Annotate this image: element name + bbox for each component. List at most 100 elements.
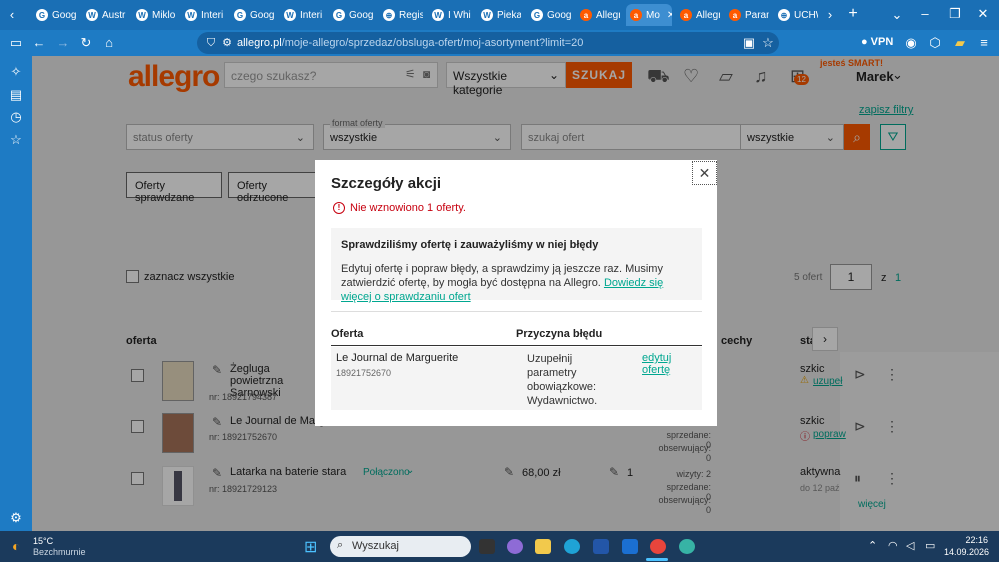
address-bar-row: ▭ ← → ↻ ⌂ ⛉ ⚙ allegro.pl/moje-allegro/sp… [0, 30, 999, 56]
taskbar-search-label: Wyszukaj [352, 540, 399, 552]
browser-tab-bar: ‹ G Goog W Austr W Miklo W Interi G Goog W Int… [0, 0, 999, 30]
w-icon: W [185, 9, 197, 21]
maximize-icon[interactable]: ❐ [947, 6, 963, 22]
globe-icon: ⊕ [778, 9, 790, 21]
tab-label: Regis [399, 9, 423, 21]
tab-9[interactable]: W Piekar [481, 4, 521, 26]
taskview-icon[interactable] [479, 539, 495, 554]
tab-label: UCHW [794, 9, 818, 21]
tab-scroll-right-icon[interactable]: › [822, 7, 838, 23]
tab-15[interactable]: ⊕ UCHW [778, 4, 818, 26]
forward-icon[interactable]: → [55, 35, 71, 51]
volume-mute-icon[interactable]: ◁ [906, 539, 914, 552]
opera-icon[interactable] [650, 539, 666, 554]
temperature[interactable]: 15°C [33, 536, 53, 546]
tab-12-active[interactable]: a Mo ✕ [626, 4, 672, 26]
extensions-icon[interactable]: ⬡ [927, 35, 943, 51]
history-icon[interactable]: ◷ [8, 109, 24, 125]
sidebar-toggle-icon[interactable]: ▭ [8, 35, 24, 51]
w-icon: W [284, 9, 296, 21]
wallet-icon[interactable]: ▰ [952, 35, 968, 51]
tab-4[interactable]: G Goog [234, 4, 274, 26]
tab-11[interactable]: a Allegr [580, 4, 620, 26]
tab-5[interactable]: W Interi [284, 4, 324, 26]
screenshot-icon[interactable]: ▣ [741, 35, 757, 51]
reload-icon[interactable]: ↻ [78, 35, 94, 51]
edit-offer-link[interactable]: edytuj ofertę [642, 352, 702, 376]
close-modal-button[interactable]: ✕ [692, 161, 717, 185]
window-close-icon[interactable]: ✕ [975, 6, 991, 22]
tab-scroll-left-icon[interactable]: ‹ [4, 7, 20, 23]
vpn-dot-icon: ● [861, 36, 868, 48]
bookmarks-icon[interactable]: ☆ [8, 132, 24, 148]
tab-label: Piekar [497, 9, 521, 21]
tab-label: Miklo [152, 9, 176, 21]
tray-chevron-icon[interactable]: ⌃ [868, 539, 877, 552]
edge-icon[interactable] [564, 539, 580, 554]
column-offer-header: Oferta [331, 328, 364, 340]
tab-label: Goog [52, 9, 76, 21]
windows-taskbar: ◐ 15°C Bezchmurnie ⊞ ⌕ Wyszukaj ⌃ ◠ ◁ ▭ … [0, 531, 999, 562]
bookmark-star-icon[interactable]: ☆ [760, 35, 776, 51]
home-icon[interactable]: ⌂ [101, 35, 117, 51]
battery-icon[interactable]: ▭ [925, 539, 935, 552]
tab-2[interactable]: W Miklo [136, 4, 176, 26]
settings-icon[interactable]: ⚙ [8, 510, 24, 526]
google-icon: G [333, 9, 345, 21]
clock-date[interactable]: 14.09.2026 [944, 547, 989, 557]
w-icon: W [86, 9, 98, 21]
error-message: ! Nie wznowiono 1 oferty. [333, 202, 466, 214]
row-offer-number: 18921752670 [336, 368, 392, 378]
messenger-icon[interactable]: ▤ [8, 87, 24, 103]
tab-8[interactable]: W I Whi [432, 4, 472, 26]
url-host: allegro.pl [237, 37, 282, 49]
browser-sidebar: ✧ ▤ ◷ ☆ ⚙ [0, 56, 32, 531]
tab-14[interactable]: a Param [729, 4, 769, 26]
clock-time[interactable]: 22:16 [954, 535, 988, 545]
wifi-icon[interactable]: ◠ [888, 539, 898, 552]
tab-label: Param [745, 9, 769, 21]
error-table-header: Oferta Przyczyna błędu [331, 326, 702, 346]
url-field[interactable]: ⛉ ⚙ allegro.pl/moje-allegro/sprzedaz/obs… [197, 32, 779, 54]
close-icon: ✕ [698, 165, 711, 181]
outlook-icon[interactable] [622, 539, 638, 554]
file-explorer-icon[interactable] [535, 539, 551, 554]
minimize-icon[interactable]: – [917, 6, 933, 22]
tab-3[interactable]: W Interi [185, 4, 225, 26]
google-icon: G [531, 9, 543, 21]
tab-label: Goog [547, 9, 571, 21]
weather-text: Bezchmurnie [33, 547, 86, 557]
tab-10[interactable]: G Goog [531, 4, 571, 26]
info-box: Sprawdziliśmy ofertę i zauważyliśmy w ni… [331, 228, 702, 303]
tab-1[interactable]: W Austr [86, 4, 126, 26]
shield-icon[interactable]: ⛉ [203, 35, 219, 51]
tab-0[interactable]: G Goog [36, 4, 76, 26]
new-tab-icon[interactable]: + [845, 6, 861, 22]
weather-icon[interactable]: ◐ [12, 538, 20, 554]
row-error-reason: Uzupełnij parametry obowiązkowe: Wydawni… [527, 353, 598, 407]
copilot-icon[interactable] [507, 539, 523, 554]
vpn-label: VPN [870, 36, 894, 48]
site-settings-icon[interactable]: ⚙ [219, 35, 235, 51]
vpn-button[interactable]: ● VPN [861, 36, 893, 48]
tab-13[interactable]: a Allegr [680, 4, 720, 26]
chevron-down-icon[interactable]: ⌄ [889, 7, 905, 23]
allegro-icon: a [630, 9, 642, 21]
menu-icon[interactable]: ≡ [976, 35, 992, 51]
divider [331, 311, 702, 312]
tab-close-icon[interactable]: ✕ [667, 10, 672, 21]
store-icon[interactable] [593, 539, 609, 554]
tab-6[interactable]: G Goog [333, 4, 373, 26]
taskbar-search[interactable]: ⌕ Wyszukaj [330, 536, 471, 557]
back-icon[interactable]: ← [31, 35, 47, 51]
tab-7[interactable]: ⊕ Regis [383, 4, 423, 26]
profile-icon[interactable]: ◉ [903, 35, 919, 51]
tab-label: Goog [250, 9, 274, 21]
google-icon: G [234, 9, 246, 21]
tab-label: Allegr [596, 9, 620, 21]
tab-label: Allegr [696, 9, 720, 21]
aria-icon[interactable]: ✧ [8, 64, 24, 80]
start-icon[interactable]: ⊞ [304, 537, 317, 557]
info-text: Edytuj ofertę i popraw błędy, a sprawdzi… [341, 262, 696, 304]
app-icon[interactable] [679, 539, 695, 554]
